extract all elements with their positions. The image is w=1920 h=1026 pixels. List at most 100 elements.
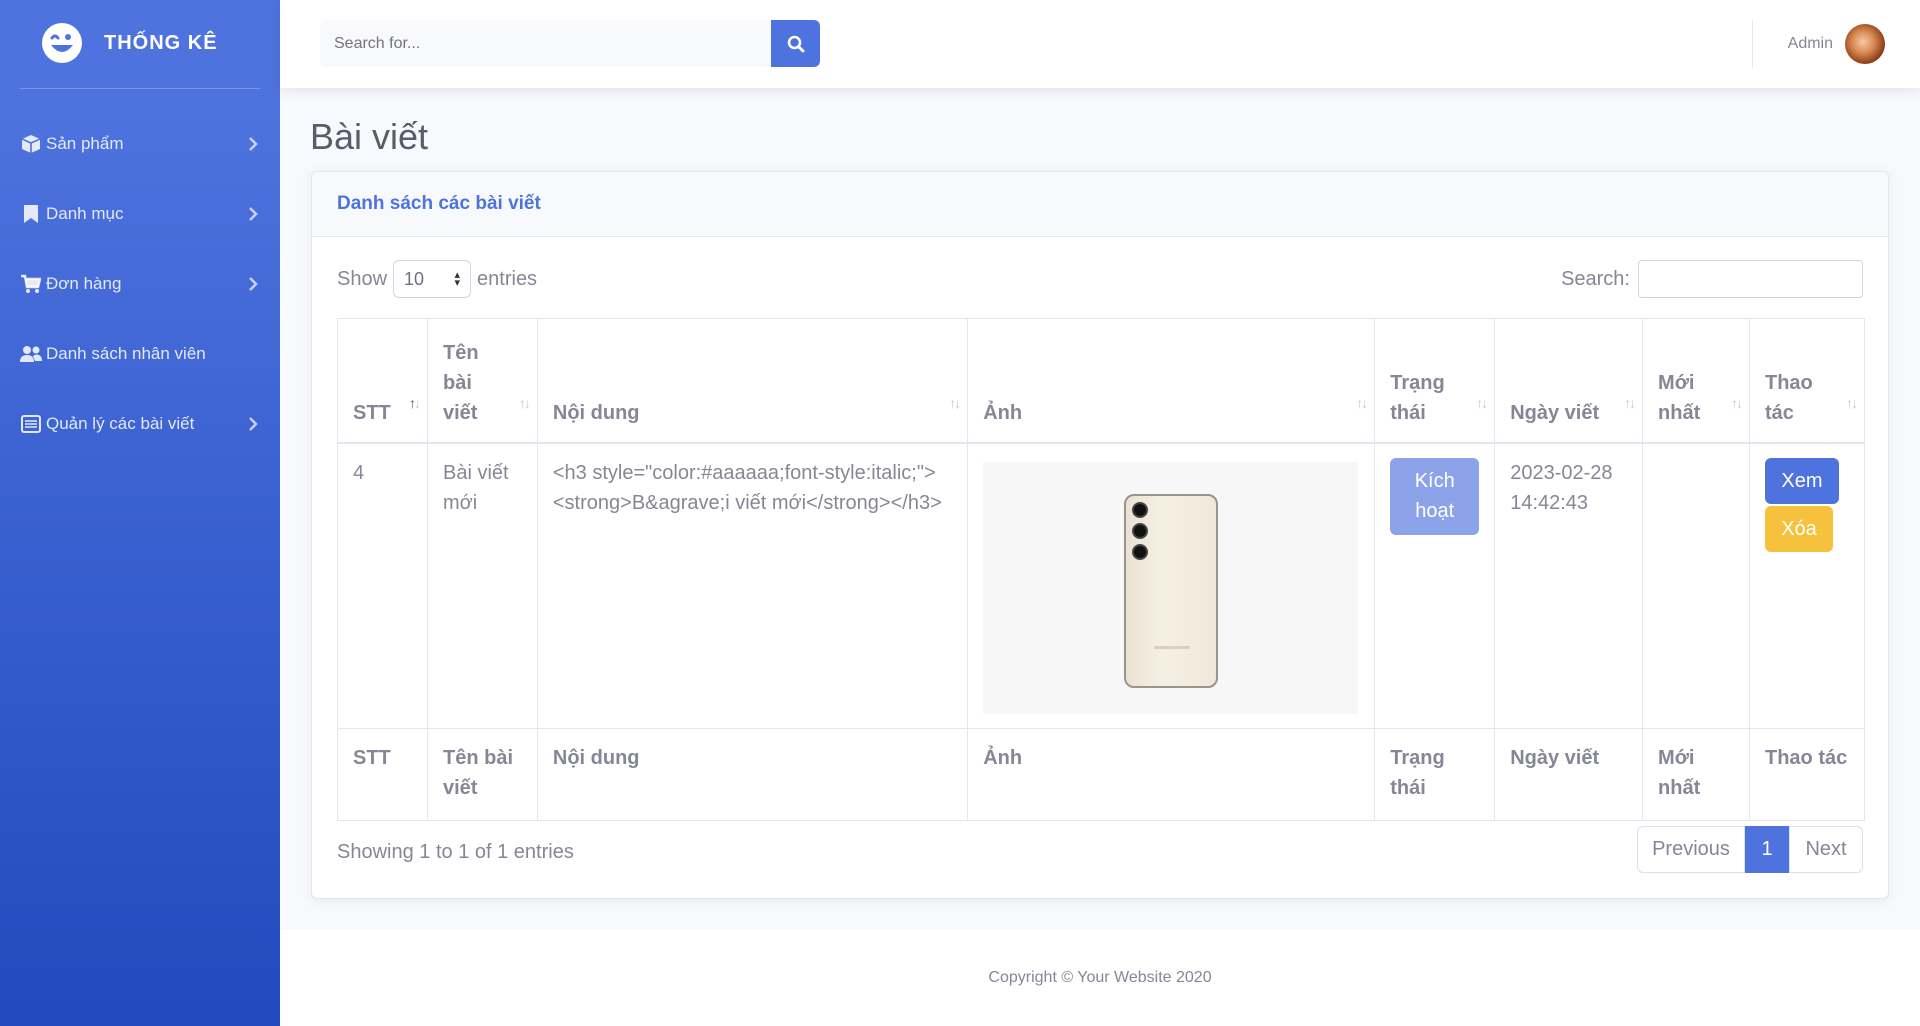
header-label: Tên bài viết [442,341,479,424]
user-name: Admin [1787,35,1833,52]
footer-actions: Thao tác [1748,727,1866,821]
table-info: Showing 1 to 1 of 1 entries [337,841,574,863]
sort-arrows-icon: ▴ ▾ [454,269,461,289]
delete-button[interactable]: Xóa [1764,505,1833,552]
header-label: Ngày viết [1510,401,1600,424]
camera-lens [1132,543,1149,560]
search-icon [787,35,804,52]
user-menu[interactable]: Admin [1788,24,1885,64]
phone-shape [1124,493,1219,688]
footer-status: Trạng thái [1374,727,1496,821]
sort-icon: ↑↓ [518,394,531,411]
chevron-right-icon [249,417,258,431]
sidebar-item-san-pham[interactable]: Sản phẩm [0,109,280,179]
search-input[interactable] [320,20,771,67]
chevron-right-icon [249,207,258,221]
cell-stt: 4 [337,442,428,729]
posts-table: STT ↑↓ Tên bài viết ↑↓ Nội dung ↑↓ Ảnh ↑↓ Tr… [337,318,1866,821]
sidebar-item-label: Danh mục [46,204,124,223]
topbar-search [320,20,820,67]
page-title: Bài viết [310,116,429,157]
sort-icon: ↑↓ [1356,394,1368,411]
users-icon [20,343,42,365]
sidebar-divider [20,88,260,89]
topbar: Admin [280,0,1920,88]
cell-status: Kích hoạt [1374,442,1496,729]
footer-date: Ngày viết [1494,727,1644,821]
search-button[interactable] [771,20,820,67]
entries-select[interactable]: 10 ▴ ▾ [393,260,472,298]
cell-newest [1642,442,1750,729]
footer-newest: Mới nhất [1642,727,1750,821]
table-footer-row: STT Tên bài viết Nội dung Ảnh Trạng thái… [337,727,1866,821]
brand[interactable]: THỐNG KÊ [0,0,280,86]
status-button[interactable]: Kích hoạt [1390,457,1480,535]
cell-image [967,442,1376,729]
sidebar-item-quan-ly-bai-viet[interactable]: Quản lý các bài viết [0,389,280,459]
chevron-right-icon [249,277,258,291]
camera-lens [1132,522,1149,539]
next-page-button[interactable]: Next [1789,826,1863,873]
laugh-wink-icon [42,23,82,63]
brand-name: THỐNG KÊ [104,31,218,54]
card-header: Danh sách các bài viết [312,172,1888,237]
sort-icon: ↑↓ [1846,394,1858,411]
page-1-button[interactable]: 1 [1745,826,1789,873]
avatar [1845,24,1885,64]
row-actions: Xem Xóa [1764,457,1849,552]
header-label: Trạng thái [1390,371,1445,424]
column-header-stt[interactable]: STT ↑↓ [337,318,428,444]
footer-image: Ảnh [967,727,1376,821]
column-header-image[interactable]: Ảnh ↑↓ [967,318,1376,444]
sort-icon: ↑↓ [949,394,961,411]
entries-value: 10 [404,268,425,289]
cell-date: 2023-02-28 14:42:43 [1494,442,1644,729]
show-entries: Show 10 ▴ ▾ entries [337,260,537,298]
column-header-name[interactable]: Tên bài viết ↑↓ [426,318,538,444]
show-label: Show [337,267,388,290]
posts-card: Danh sách các bài viết Show 10 ▴ ▾ entrie… [311,171,1889,899]
chevron-right-icon [249,137,258,151]
sort-icon: ↑↓ [1624,394,1636,411]
column-header-status[interactable]: Trạng thái ↑↓ [1374,318,1496,444]
cart-icon [20,273,42,295]
list-alt-icon [20,413,42,435]
table-search-label: Search: [1561,267,1630,290]
table-controls: Show 10 ▴ ▾ entries Search: [337,260,1863,300]
footer: Copyright © Your Website 2020 [280,930,1920,1026]
table-row: 4 Bài viết mới <h3 style="color:#aaaaaa;… [337,442,1866,729]
sidebar: THỐNG KÊ Sản phẩm Danh mục Đơn hàng Danh… [0,0,280,1026]
copyright-text: Copyright © Your Website 2020 [988,969,1212,986]
entries-label: entries [477,267,538,290]
header-label: Ảnh [983,401,1023,424]
table-search: Search: [1561,260,1863,298]
sidebar-nav: Sản phẩm Danh mục Đơn hàng Danh sách nhâ… [0,109,280,459]
sidebar-item-danh-sach-nhan-vien[interactable]: Danh sách nhân viên [0,319,280,389]
header-label: Thao tác [1764,371,1813,424]
column-header-date[interactable]: Ngày viết ↑↓ [1494,318,1644,444]
cell-content: <h3 style="color:#aaaaaa;font-style:ital… [536,442,969,729]
column-header-content[interactable]: Nội dung ↑↓ [536,318,969,444]
view-button[interactable]: Xem [1764,457,1839,504]
cell-name: Bài viết mới [426,442,538,729]
sidebar-item-danh-muc[interactable]: Danh mục [0,179,280,249]
table-search-input[interactable] [1638,260,1863,298]
sidebar-item-label: Quản lý các bài viết [46,414,195,433]
header-label: STT [353,401,391,424]
cell-actions: Xem Xóa [1748,442,1866,729]
column-header-actions[interactable]: Thao tác ↑↓ [1748,318,1866,444]
card-title: Danh sách các bài viết [337,193,541,214]
box-icon [20,133,42,155]
sidebar-item-label: Đơn hàng [46,274,122,293]
sidebar-item-label: Danh sách nhân viên [46,344,206,363]
sidebar-item-don-hang[interactable]: Đơn hàng [0,249,280,319]
sort-icon: ↑↓ [1730,394,1743,411]
sort-icon: ↑↓ [1476,394,1488,411]
column-header-newest[interactable]: Mới nhất ↑↓ [1642,318,1750,444]
footer-stt: STT [337,727,428,821]
pagination: Previous 1 Next [1637,826,1863,873]
camera-lens [1132,501,1149,518]
previous-page-button[interactable]: Previous [1637,826,1745,873]
phone-brand-mark [1154,645,1191,649]
sort-icon: ↑↓ [408,394,421,411]
